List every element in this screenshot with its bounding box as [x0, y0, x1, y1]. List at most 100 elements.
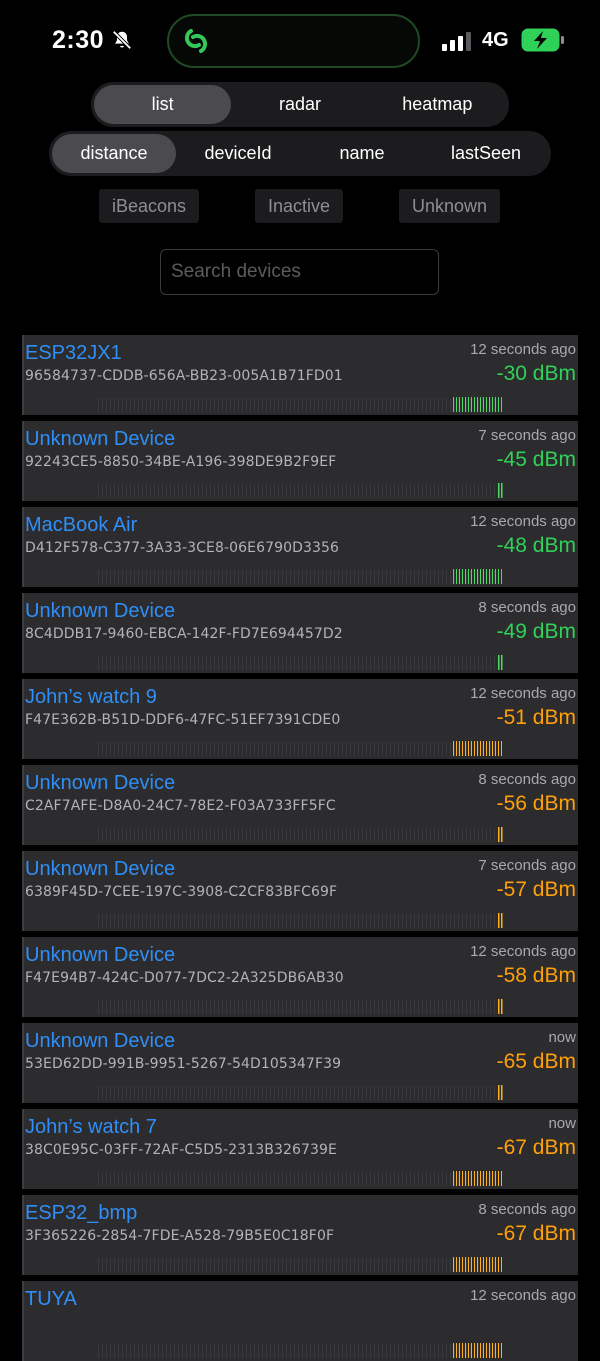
view-mode-control: list radar heatmap [91, 82, 509, 127]
activity-track [98, 1172, 502, 1186]
activity-bars [453, 741, 503, 756]
activity-track [98, 1086, 502, 1100]
device-id: D412F578-C377-3A33-3CE8-06E6790D3356 [25, 540, 340, 556]
rssi-value: -65 dBm [496, 1050, 576, 1073]
device-name: ESP32_bmp [25, 1202, 138, 1224]
device-row[interactable]: TUYA 12 seconds ago [22, 1281, 578, 1361]
device-id: 53ED62DD-991B-9951-5267-54D105347F39 [25, 1056, 342, 1072]
last-seen: 12 seconds ago [470, 513, 576, 530]
dynamic-island[interactable] [167, 14, 420, 68]
last-seen: 12 seconds ago [470, 943, 576, 960]
device-id: C2AF7AFE-D8A0-24C7-78E2-F03A733FF5FC [25, 798, 336, 814]
last-seen: 8 seconds ago [478, 771, 576, 788]
status-bar: 2:30 4G [0, 0, 600, 80]
search-input[interactable] [160, 249, 439, 295]
activity-bars [498, 913, 503, 928]
rssi-value: -58 dBm [496, 964, 576, 987]
activity-track [98, 1258, 502, 1272]
rssi-value: -45 dBm [496, 448, 576, 471]
rssi-value: -56 dBm [496, 792, 576, 815]
activity-track [98, 656, 502, 670]
device-id: F47E362B-B51D-DDF6-47FC-51EF7391CDE0 [25, 712, 341, 728]
last-seen: 8 seconds ago [478, 1201, 576, 1218]
view-tab-1[interactable]: radar [231, 85, 368, 124]
clock: 2:30 [52, 26, 105, 54]
device-id: 92243CE5-8850-34BE-A196-398DE9B2F9EF [25, 454, 337, 470]
device-row[interactable]: Unknown Device 8C4DDB17-9460-EBCA-142F-FD… [22, 593, 578, 673]
rssi-value: -67 dBm [496, 1222, 576, 1245]
activity-bars [453, 1257, 503, 1272]
device-id: 6389F45D-7CEE-197C-3908-C2CF83BFC69F [25, 884, 338, 900]
device-id: 38C0E95C-03FF-72AF-C5D5-2313B326739E [25, 1142, 337, 1158]
last-seen: now [548, 1029, 576, 1046]
rssi-value: -57 dBm [496, 878, 576, 901]
rssi-value: -67 dBm [496, 1136, 576, 1159]
last-seen: 7 seconds ago [478, 857, 576, 874]
device-row[interactable]: Unknown Device 6389F45D-7CEE-197C-3908-C2… [22, 851, 578, 931]
device-name: Unknown Device [25, 944, 176, 966]
device-name: Unknown Device [25, 428, 176, 450]
device-row[interactable]: ESP32_bmp 3F365226-2854-7FDE-A528-79B5E0C… [22, 1195, 578, 1275]
activity-bars [453, 1343, 503, 1358]
view-tab-0[interactable]: list [94, 85, 232, 124]
device-row[interactable]: Unknown Device 53ED62DD-991B-9951-5267-54… [22, 1023, 578, 1103]
device-id: 96584737-CDDB-656A-BB23-005A1B71FD01 [25, 368, 343, 384]
last-seen: now [548, 1115, 576, 1132]
rssi-value: -30 dBm [496, 362, 576, 385]
activity-bars [498, 827, 503, 842]
activity-track [98, 1000, 502, 1014]
activity-track [98, 1344, 502, 1358]
device-row[interactable]: John’s watch 9 F47E362B-B51D-DDF6-47FC-51… [22, 679, 578, 759]
filter-inactive[interactable]: Inactive [255, 189, 343, 223]
network-type: 4G [482, 29, 509, 51]
last-seen: 12 seconds ago [470, 685, 576, 702]
activity-track [98, 914, 502, 928]
sort-tab-1[interactable]: deviceId [176, 134, 300, 173]
device-name: TUYA [25, 1288, 77, 1310]
sort-tab-3[interactable]: lastSeen [424, 134, 548, 173]
last-seen: 12 seconds ago [470, 1287, 576, 1304]
device-row[interactable]: MacBook Air D412F578-C377-3A33-3CE8-06E67… [22, 507, 578, 587]
activity-bars [498, 655, 503, 670]
last-seen: 12 seconds ago [470, 341, 576, 358]
device-row[interactable]: Unknown Device C2AF7AFE-D8A0-24C7-78E2-F0… [22, 765, 578, 845]
activity-track [98, 828, 502, 842]
rssi-value: -48 dBm [496, 534, 576, 557]
sort-tab-2[interactable]: name [300, 134, 424, 173]
device-row[interactable]: John’s watch 7 38C0E95C-03FF-72AF-C5D5-23… [22, 1109, 578, 1189]
cellular-signal-icon [442, 32, 471, 51]
activity-track [98, 398, 502, 412]
device-name: Unknown Device [25, 858, 176, 880]
activity-track [98, 570, 502, 584]
activity-bars [453, 1171, 503, 1186]
device-name: John’s watch 9 [25, 686, 157, 708]
rssi-value: -51 dBm [496, 706, 576, 729]
activity-bars [498, 1085, 503, 1100]
device-row[interactable]: Unknown Device F47E94B7-424C-D077-7DC2-2A… [22, 937, 578, 1017]
battery-charging-icon [521, 28, 564, 52]
device-row[interactable]: ESP32JX1 96584737-CDDB-656A-BB23-005A1B71… [22, 335, 578, 415]
activity-bars [498, 999, 503, 1014]
sort-tab-0[interactable]: distance [52, 134, 176, 173]
last-seen: 7 seconds ago [478, 427, 576, 444]
activity-bars [453, 569, 503, 584]
bell-slash-icon [112, 30, 132, 50]
view-tab-2[interactable]: heatmap [369, 85, 506, 124]
activity-bars [498, 483, 503, 498]
device-id: F47E94B7-424C-D077-7DC2-2A325DB6AB30 [25, 970, 344, 986]
filter-unknown[interactable]: Unknown [399, 189, 500, 223]
rssi-value: -49 dBm [496, 620, 576, 643]
device-name: ESP32JX1 [25, 342, 122, 364]
device-name: MacBook Air [25, 514, 138, 536]
device-id: 3F365226-2854-7FDE-A528-79B5E0C18F0F [25, 1228, 335, 1244]
activity-bars [453, 397, 503, 412]
app-link-icon [184, 29, 208, 53]
sort-control: distance deviceId name lastSeen [49, 131, 551, 176]
device-row[interactable]: Unknown Device 92243CE5-8850-34BE-A196-39… [22, 421, 578, 501]
device-name: Unknown Device [25, 1030, 176, 1052]
device-name: Unknown Device [25, 600, 176, 622]
filter-ibeacons[interactable]: iBeacons [99, 189, 199, 223]
activity-track [98, 484, 502, 498]
device-name: John’s watch 7 [25, 1116, 157, 1138]
last-seen: 8 seconds ago [478, 599, 576, 616]
